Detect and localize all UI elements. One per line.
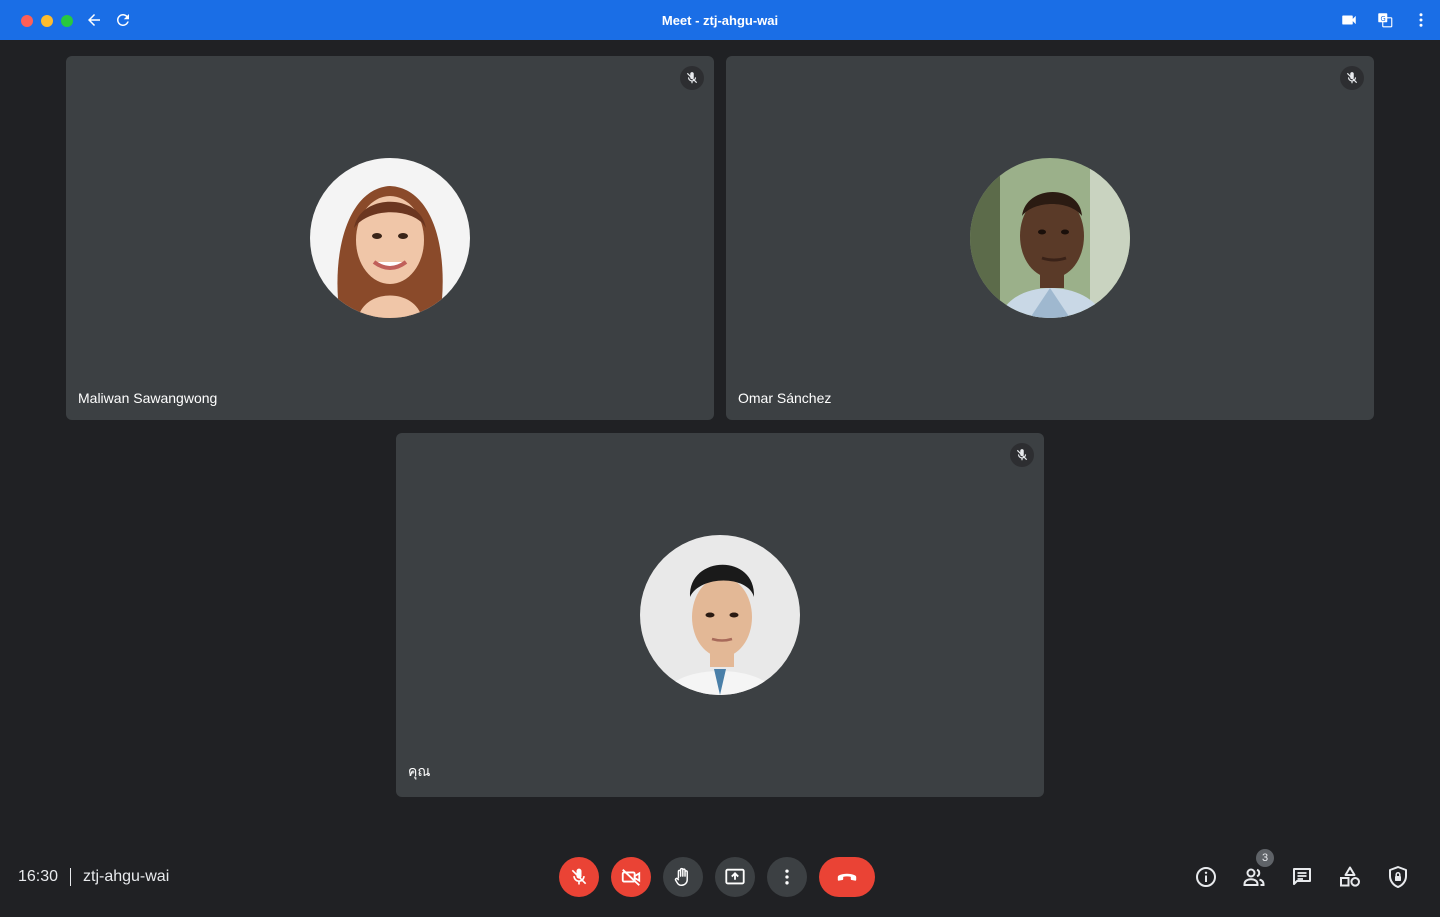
self-tile[interactable]: คุณ [396, 433, 1044, 797]
avatar [640, 535, 800, 695]
participant-name: Omar Sánchez [738, 390, 832, 406]
translate-icon[interactable]: G [1376, 11, 1394, 29]
avatar [310, 158, 470, 318]
more-options-button[interactable] [767, 857, 807, 897]
mic-off-icon [571, 868, 587, 885]
camera-indicator-icon[interactable] [1340, 11, 1358, 29]
activities-icon[interactable] [1338, 865, 1362, 889]
more-vert-icon[interactable] [1412, 11, 1430, 29]
people-icon[interactable] [1242, 865, 1266, 889]
mic-off-icon [1346, 72, 1358, 84]
control-bar: 16:30 ztj-ahgu-wai 3 [0, 837, 1440, 917]
present-screen-button[interactable] [715, 857, 755, 897]
camera-off-icon [621, 869, 641, 886]
divider [70, 868, 71, 886]
avatar [970, 158, 1130, 318]
more-options-icon [785, 869, 789, 885]
raise-hand-button[interactable] [663, 857, 703, 897]
self-name: คุณ [408, 763, 431, 779]
meeting-details-icon[interactable] [1194, 865, 1218, 889]
participant-tile[interactable]: Omar Sánchez [726, 56, 1374, 420]
muted-indicator [680, 66, 704, 90]
window-title: Meet - ztj-ahgu-wai [661, 13, 779, 28]
meeting-time: 16:30 [18, 868, 59, 885]
leave-call-icon [837, 873, 857, 881]
toggle-camera-button[interactable] [611, 857, 651, 897]
participant-name: Maliwan Sawangwong [78, 390, 218, 406]
chat-icon[interactable] [1290, 865, 1314, 889]
title-bar: Meet - ztj-ahgu-wai G [0, 0, 1440, 40]
svg-text:G: G [1381, 15, 1386, 23]
toggle-microphone-button[interactable] [559, 857, 599, 897]
mic-off-icon [1016, 449, 1028, 461]
leave-call-button[interactable] [819, 857, 875, 897]
host-controls-icon[interactable] [1386, 865, 1410, 889]
muted-indicator [1010, 443, 1034, 467]
mic-off-icon [686, 72, 698, 84]
present-icon [725, 868, 745, 885]
muted-indicator [1340, 66, 1364, 90]
raise-hand-icon [674, 867, 688, 886]
people-count-badge: 3 [1256, 849, 1274, 867]
participant-tile[interactable]: Maliwan Sawangwong [66, 56, 714, 420]
meeting-code: ztj-ahgu-wai [83, 868, 170, 885]
video-grid: Maliwan Sawangwong Omar Sánchez คุณ 16:3… [0, 40, 1440, 897]
